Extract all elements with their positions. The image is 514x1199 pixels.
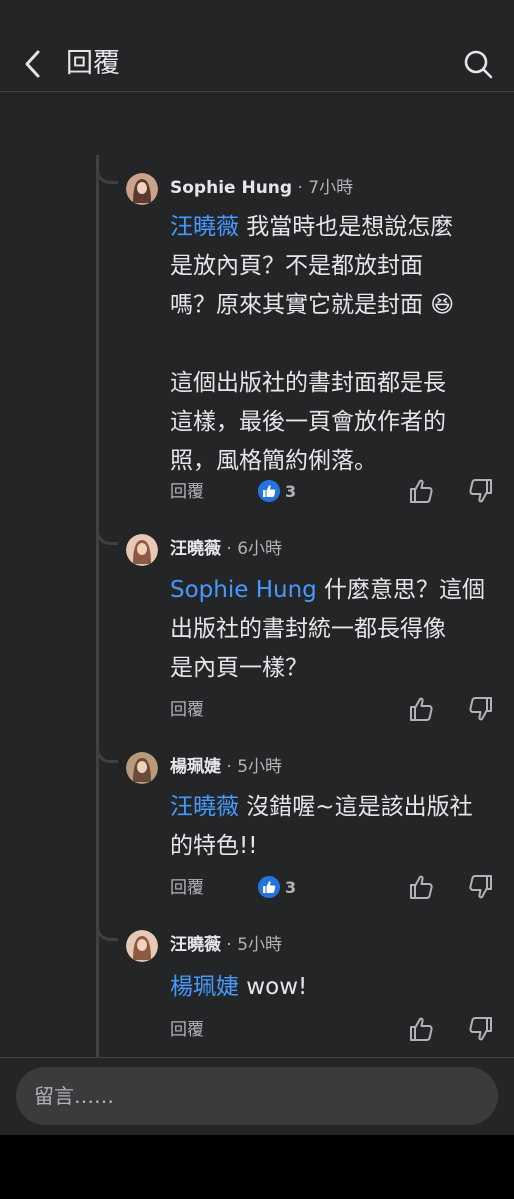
thread-branch xyxy=(96,919,118,941)
comment-author[interactable]: 楊珮婕 xyxy=(170,757,221,777)
comment-line: 的特色!! xyxy=(170,827,500,866)
composer-bar: 留言…… xyxy=(0,1057,514,1135)
comment-line: 楊珮婕 wow! xyxy=(170,968,500,1007)
reply-button[interactable]: 回覆 xyxy=(170,695,204,725)
comment-line: 這樣，最後一頁會放作者的 xyxy=(170,403,500,442)
comment-line: 汪曉薇 沒錯喔~這是該出版社 xyxy=(170,788,500,827)
comment-text: 出版社的書封統一都長得像 xyxy=(170,616,446,642)
reply-button[interactable]: 回覆 xyxy=(170,477,204,507)
thumbs-down-icon[interactable] xyxy=(468,873,494,901)
comment-time: · 5小時 xyxy=(221,757,283,777)
comment-line: 是放內頁？不是都放封面 xyxy=(170,247,500,286)
comment-author[interactable]: 汪曉薇 xyxy=(170,935,221,955)
comment-time: · 6小時 xyxy=(221,539,283,559)
mention-link[interactable]: 楊珮婕 xyxy=(170,974,239,1000)
thumbs-up-icon[interactable] xyxy=(408,477,434,505)
comment-text: 這個出版社的書封面都是長 xyxy=(170,370,446,396)
comment-line: 汪曉薇 我當時也是想說怎麼 xyxy=(170,208,500,247)
comment-header: Sophie Hung · 7小時 xyxy=(170,176,353,200)
comment-input[interactable]: 留言…… xyxy=(16,1067,498,1125)
reaction-count: 3 xyxy=(285,878,297,897)
comment-actions: 回覆 3 xyxy=(170,873,500,903)
app-header: 回覆 xyxy=(0,0,514,92)
mention-link[interactable]: 汪曉薇 xyxy=(170,214,239,240)
comment-time: · 5小時 xyxy=(221,935,283,955)
comment-author[interactable]: Sophie Hung xyxy=(170,178,292,198)
comment-body: Sophie Hung 什麼意思？這個出版社的書封統一都長得像 是內頁一樣？ xyxy=(170,571,500,688)
back-arrow-icon[interactable] xyxy=(18,46,48,82)
comment-actions: 回覆 xyxy=(170,695,500,725)
comment-text: 沒錯喔~這是該出版社 xyxy=(239,794,473,820)
reply-button[interactable]: 回覆 xyxy=(170,873,204,903)
avatar[interactable] xyxy=(126,534,158,566)
comment-header: 汪曉薇 · 6小時 xyxy=(170,537,282,561)
reply-button[interactable]: 回覆 xyxy=(170,1015,204,1045)
comment-text: 這樣，最後一頁會放作者的 xyxy=(170,409,446,435)
comment-line: 嗎？原來其實它就是封面 😆 xyxy=(170,286,500,325)
system-nav-bar xyxy=(0,1135,514,1199)
comment-input-placeholder: 留言…… xyxy=(34,1084,114,1108)
page-title: 回覆 xyxy=(66,48,120,79)
avatar[interactable] xyxy=(126,930,158,962)
like-reaction-icon xyxy=(258,876,280,898)
comment-line: Sophie Hung 什麼意思？這個 xyxy=(170,571,500,610)
comment-actions: 回覆 xyxy=(170,1015,500,1045)
thread-branch xyxy=(96,523,118,545)
comment-text: 的特色!! xyxy=(170,833,258,859)
comment-text: 嗎？原來其實它就是封面 😆 xyxy=(170,292,455,318)
comment-text: 我當時也是想說怎麼 xyxy=(239,214,454,240)
comment-actions: 回覆 3 xyxy=(170,477,500,507)
thread-branch xyxy=(96,741,118,763)
thumbs-down-icon[interactable] xyxy=(468,695,494,723)
thread-branch xyxy=(96,162,118,184)
comment-text: 是放內頁？不是都放封面 xyxy=(170,253,423,279)
comment-body: 楊珮婕 wow! xyxy=(170,968,500,1007)
mention-link[interactable]: 汪曉薇 xyxy=(170,794,239,820)
comment-header: 楊珮婕 · 5小時 xyxy=(170,755,282,779)
avatar[interactable] xyxy=(126,173,158,205)
comment-line: 照，風格簡約俐落。 xyxy=(170,442,500,481)
comment-text xyxy=(170,331,177,357)
comment-body: 汪曉薇 我當時也是想說怎麼是放內頁？不是都放封面嗎？原來其實它就是封面 😆 這個… xyxy=(170,208,500,481)
comment-header: 汪曉薇 · 5小時 xyxy=(170,933,282,957)
thumbs-up-icon[interactable] xyxy=(408,695,434,723)
comment-time: · 7小時 xyxy=(292,178,354,198)
avatar[interactable] xyxy=(126,752,158,784)
comment-line: 這個出版社的書封面都是長 xyxy=(170,364,500,403)
comment-line: 出版社的書封統一都長得像 xyxy=(170,610,500,649)
comment-text: 什麼意思？這個 xyxy=(316,577,486,603)
comment-text: 是內頁一樣？ xyxy=(170,655,308,681)
comment-line: 是內頁一樣？ xyxy=(170,649,500,688)
comment-text: 照，風格簡約俐落。 xyxy=(170,448,377,474)
comment-body: 汪曉薇 沒錯喔~這是該出版社的特色!! xyxy=(170,788,500,866)
search-icon[interactable] xyxy=(462,48,494,80)
mention-link[interactable]: Sophie Hung xyxy=(170,577,317,603)
comment-text: wow! xyxy=(239,974,308,1000)
comment-line xyxy=(170,325,500,364)
thumbs-up-icon[interactable] xyxy=(408,1015,434,1043)
reaction-count: 3 xyxy=(285,482,297,501)
thumbs-up-icon[interactable] xyxy=(408,873,434,901)
thumbs-down-icon[interactable] xyxy=(468,1015,494,1043)
thumbs-down-icon[interactable] xyxy=(468,477,494,505)
like-reaction-icon xyxy=(258,480,280,502)
comment-author[interactable]: 汪曉薇 xyxy=(170,539,221,559)
